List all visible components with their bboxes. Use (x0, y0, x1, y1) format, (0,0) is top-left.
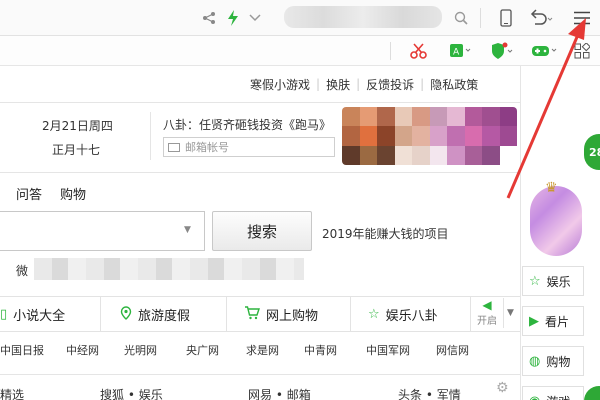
cart-icon (244, 305, 260, 324)
crown-icon: ♛ (545, 180, 558, 196)
header-links: 寒假小游戏 | 换肤 | 反馈投诉 | 隐私政策 (250, 76, 478, 92)
scissors-icon[interactable] (408, 41, 430, 61)
divider (0, 374, 520, 375)
tab-shopping[interactable]: 购物 (60, 184, 86, 203)
email-field[interactable]: 邮箱帐号 (163, 137, 335, 157)
separator: | (420, 77, 425, 91)
star-icon: ☆ (368, 307, 380, 322)
category-bar: ▯ 小说大全 旅游度假 网上购物 ☆ 娱乐八卦 (0, 296, 520, 332)
site-link[interactable]: 中青网 (304, 342, 337, 358)
apps-icon[interactable] (572, 41, 592, 61)
separator: | (356, 77, 361, 91)
divider (0, 102, 520, 103)
divider (226, 296, 227, 332)
gamepad-icon: ◉ (529, 394, 540, 400)
news-link[interactable]: 精选 (0, 386, 24, 400)
sidebar-button-movies[interactable]: ▶ 看片 (522, 306, 584, 336)
gamepad-icon[interactable] (530, 41, 558, 61)
cart-icon: ◍ (529, 353, 541, 369)
search-input[interactable] (0, 211, 205, 251)
sidebar-button-label: 娱乐 (546, 274, 571, 289)
site-link[interactable]: 中经网 (66, 342, 99, 358)
search-button[interactable]: 搜索 (212, 211, 312, 251)
gear-icon[interactable]: ⚙ (496, 380, 509, 396)
site-link[interactable]: 中国军网 (366, 342, 410, 358)
chevron-down-icon[interactable] (246, 9, 264, 27)
lunar-date: 正月十七 (52, 143, 101, 157)
divider (100, 296, 101, 332)
location-pin-icon (120, 305, 132, 324)
category-novels[interactable]: ▯ 小说大全 (0, 305, 65, 324)
sidebar-button-entertainment[interactable]: ☆ 娱乐 (522, 266, 584, 296)
news-link[interactable]: 搜狐 • 娱乐 (100, 386, 163, 400)
lightning-icon[interactable] (224, 9, 242, 27)
blurred-banner-image[interactable] (342, 107, 517, 165)
gossip-headline[interactable]: 八卦：任贤齐砸钱投资《跑马》 (163, 116, 331, 133)
tab-qa[interactable]: 问答 (16, 184, 42, 203)
email-placeholder: 邮箱帐号 (185, 141, 229, 154)
category-travel[interactable]: 旅游度假 (120, 305, 190, 324)
chevron-down-icon[interactable]: ▼ (503, 298, 517, 328)
star-icon: ☆ (529, 273, 541, 289)
mail-icon (168, 142, 180, 152)
sound-label: 开启 (477, 316, 497, 327)
sound-toggle[interactable]: ◀︎ 开启 (472, 298, 502, 327)
extensions-divider (390, 42, 391, 60)
search-tabs: 问答 购物 (16, 184, 86, 203)
category-label: 旅游度假 (138, 309, 191, 324)
weixin-label: 微 (16, 264, 29, 278)
site-link[interactable]: 网信网 (436, 342, 469, 358)
address-bar[interactable] (284, 6, 442, 28)
news-link[interactable]: 头条 • 军情 (398, 386, 461, 400)
blurred-hot-links[interactable] (34, 258, 304, 280)
site-links: 中国日报 中经网 光明网 央广网 求是网 中青网 中国军网 网信网 (0, 342, 520, 358)
speaker-icon: ◀︎ (482, 298, 492, 312)
site-link[interactable]: 中国日报 (0, 342, 44, 358)
dropdown-arrow-icon[interactable]: ▼ (184, 225, 191, 235)
sidebar-button-games[interactable]: ◉ 游戏 (522, 386, 584, 400)
divider (350, 296, 351, 332)
header-link-feedback[interactable]: 反馈投诉 (366, 76, 414, 93)
site-link[interactable]: 光明网 (124, 342, 157, 358)
category-label: 网上购物 (266, 309, 319, 324)
sidebar-button-shopping[interactable]: ◍ 购物 (522, 346, 584, 376)
sidebar-button-label: 游戏 (546, 393, 570, 400)
site-link[interactable]: 求是网 (246, 342, 279, 358)
avatar[interactable] (530, 186, 582, 256)
divider (150, 112, 151, 160)
phone-icon[interactable] (497, 8, 515, 28)
separator: | (316, 77, 321, 91)
book-icon: ▯ (0, 307, 8, 322)
header-link-games[interactable]: 寒假小游戏 (250, 76, 310, 93)
search-ad-link[interactable]: 2019年能赚大钱的项目 (322, 225, 449, 242)
sidebar-button-label: 购物 (546, 354, 571, 369)
translate-icon[interactable]: A (448, 41, 472, 61)
play-icon: ▶ (529, 313, 539, 329)
svg-text:A: A (453, 48, 460, 58)
solar-date: 2月21日周四 (42, 119, 113, 133)
category-entertainment[interactable]: ☆ 娱乐八卦 (368, 305, 438, 324)
header-link-skin[interactable]: 换肤 (326, 76, 350, 93)
undo-icon[interactable] (527, 8, 555, 28)
divider (470, 296, 471, 332)
header-link-privacy[interactable]: 隐私政策 (430, 76, 478, 93)
share-icon[interactable] (200, 9, 218, 27)
search-icon[interactable] (452, 9, 470, 27)
sidebar-button-label: 看片 (545, 314, 570, 329)
divider (0, 172, 520, 173)
menu-icon[interactable] (572, 9, 592, 27)
toolbar-divider (480, 8, 481, 28)
news-link[interactable]: 网易 • 邮箱 (248, 386, 311, 400)
shield-icon[interactable] (490, 41, 514, 61)
site-link[interactable]: 央广网 (186, 342, 219, 358)
category-label: 娱乐八卦 (385, 309, 438, 324)
category-shopping[interactable]: 网上购物 (244, 305, 318, 324)
category-label: 小说大全 (13, 309, 66, 324)
